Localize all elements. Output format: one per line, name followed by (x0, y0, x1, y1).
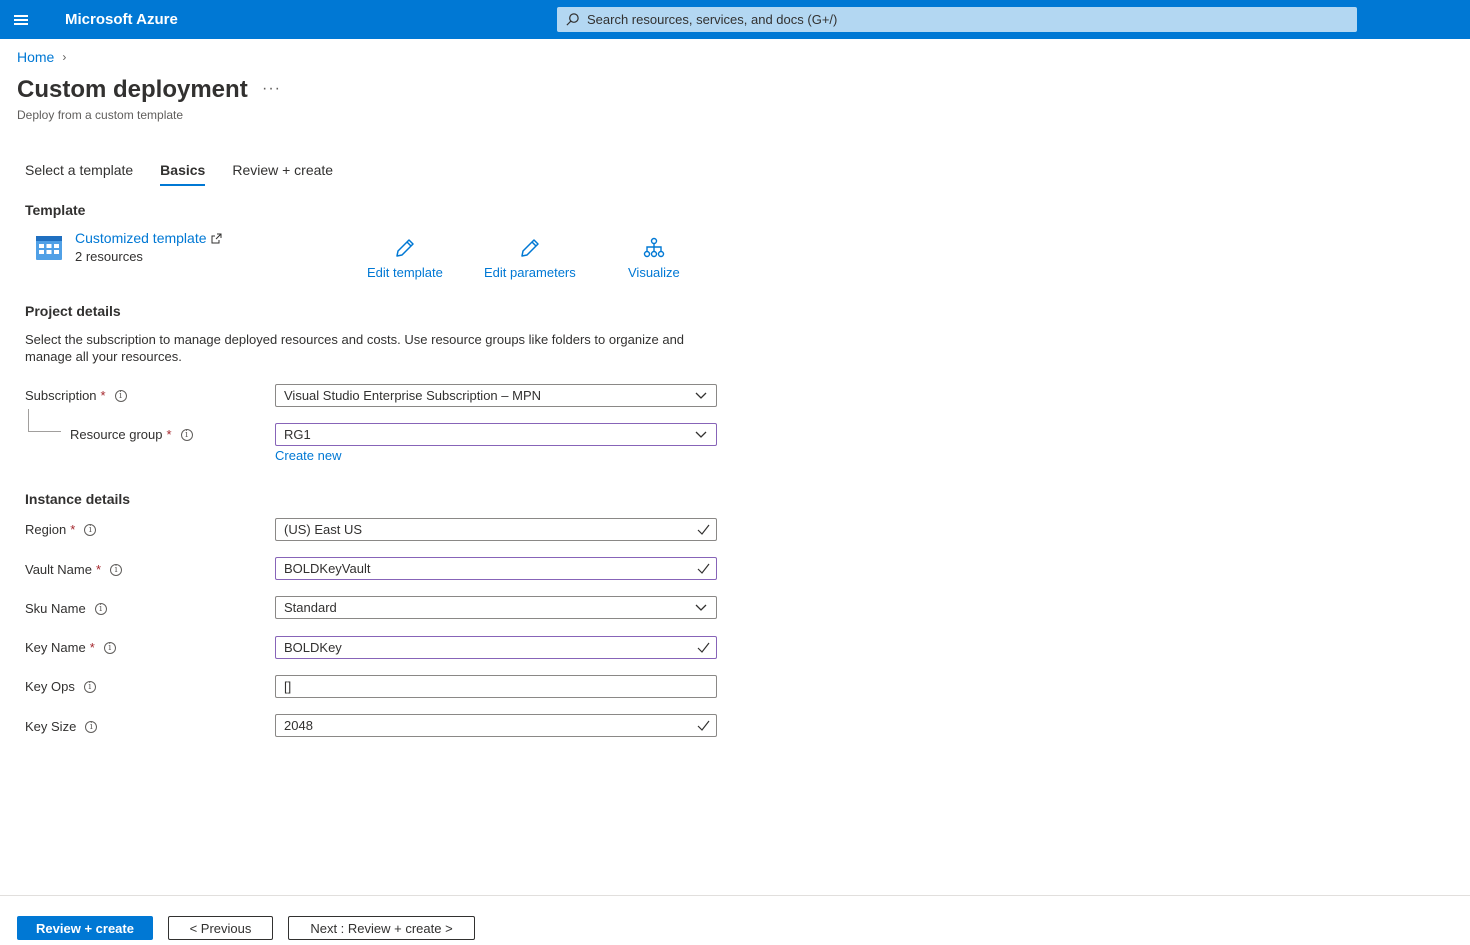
customized-template-label: Customized template (75, 230, 207, 246)
region-select[interactable]: (US) East US (275, 518, 717, 541)
info-icon[interactable]: i (180, 428, 193, 441)
customized-template-link[interactable]: Customized template (75, 230, 222, 246)
required-marker: * (95, 562, 102, 577)
sku-name-select[interactable]: Standard (275, 596, 717, 619)
more-options-icon[interactable]: ··· (262, 80, 281, 98)
checkmark-icon (697, 642, 710, 653)
chevron-down-icon (695, 431, 707, 438)
visualize-label: Visualize (628, 265, 680, 280)
vault-name-input[interactable]: BOLDKeyVault (275, 557, 717, 580)
page-subtitle: Deploy from a custom template (17, 108, 184, 122)
page-title: Custom deployment (17, 76, 248, 103)
info-icon[interactable]: i (114, 389, 127, 402)
info-icon[interactable]: i (110, 563, 123, 576)
required-marker: * (89, 640, 95, 655)
key-ops-label-text: Key Ops (25, 679, 75, 694)
resource-group-label-text: Resource group (70, 427, 163, 442)
sku-name-value: Standard (284, 600, 337, 615)
vault-name-label: Vault Name * i (25, 562, 123, 577)
required-marker: * (70, 522, 76, 537)
pencil-icon (521, 239, 539, 257)
brand-title[interactable]: Microsoft Azure (65, 11, 178, 28)
key-size-label-text: Key Size (25, 719, 77, 734)
search-placeholder: Search resources, services, and docs (G+… (587, 12, 838, 27)
search-icon (566, 13, 579, 26)
wizard-tabs: Select a template Basics Review + create (25, 162, 360, 186)
create-new-link[interactable]: Create new (275, 448, 341, 463)
key-ops-value: [] (284, 679, 292, 694)
hierarchy-icon (643, 237, 665, 258)
required-marker: * (166, 427, 172, 442)
previous-button[interactable]: < Previous (168, 916, 273, 940)
vault-name-value: BOLDKeyVault (284, 561, 371, 576)
resource-group-select[interactable]: RG1 (275, 423, 717, 446)
chevron-down-icon (695, 392, 707, 399)
tab-review-create[interactable]: Review + create (232, 162, 333, 186)
next-button[interactable]: Next : Review + create > (288, 916, 475, 940)
project-details-heading: Project details (25, 303, 121, 319)
instance-details-heading: Instance details (25, 491, 131, 507)
tab-select-template[interactable]: Select a template (25, 162, 133, 186)
info-icon[interactable]: i (83, 680, 96, 693)
region-value: (US) East US (284, 522, 363, 537)
top-bar: Microsoft Azure Search resources, servic… (0, 0, 1470, 39)
edit-template-label: Edit template (367, 265, 443, 280)
key-name-label: Key Name * i (25, 640, 116, 655)
subscription-select[interactable]: Visual Studio Enterprise Subscription – … (275, 384, 717, 407)
review-create-button[interactable]: Review + create (17, 916, 153, 940)
subscription-value: Visual Studio Enterprise Subscription – … (284, 388, 541, 403)
template-resources: 2 resources (75, 249, 143, 264)
required-marker: * (100, 388, 106, 403)
search-box[interactable]: Search resources, services, and docs (G+… (557, 7, 1357, 32)
key-size-input[interactable]: 2048 (275, 714, 717, 737)
edit-parameters-label: Edit parameters (484, 265, 576, 280)
pencil-icon (396, 239, 414, 257)
breadcrumb: Home › (17, 49, 66, 65)
key-name-value: BOLDKey (284, 640, 342, 655)
template-grid-icon (36, 236, 62, 260)
vault-name-label-text: Vault Name (25, 562, 92, 577)
key-name-input[interactable]: BOLDKey (275, 636, 717, 659)
sku-name-label: Sku Name i (25, 601, 107, 616)
project-details-description: Select the subscription to manage deploy… (25, 332, 685, 364)
key-ops-label: Key Ops i (25, 679, 96, 694)
key-name-label-text: Key Name (25, 640, 86, 655)
chevron-down-icon (695, 604, 707, 611)
footer-divider (0, 895, 1470, 896)
template-heading: Template (25, 202, 86, 218)
region-label-text: Region (25, 522, 67, 537)
resource-group-label: Resource group * i (70, 427, 193, 442)
resource-group-value: RG1 (284, 427, 311, 442)
subscription-label: Subscription * i (25, 388, 127, 403)
key-ops-input[interactable]: [] (275, 675, 717, 698)
chevron-right-icon: › (62, 50, 67, 64)
region-label: Region * i (25, 522, 97, 537)
checkmark-icon (697, 720, 710, 731)
visualize-button[interactable]: Visualize (628, 237, 680, 280)
breadcrumb-home[interactable]: Home (17, 49, 54, 65)
info-icon[interactable]: i (103, 641, 116, 654)
hamburger-icon[interactable] (12, 10, 32, 30)
sku-name-label-text: Sku Name (25, 601, 86, 616)
edit-parameters-button[interactable]: Edit parameters (484, 237, 576, 280)
info-icon[interactable]: i (84, 523, 97, 536)
checkmark-icon (697, 524, 710, 535)
external-link-icon (211, 233, 222, 243)
subscription-label-text: Subscription (25, 388, 97, 403)
info-icon[interactable]: i (85, 720, 98, 733)
tree-connector (28, 409, 61, 432)
tab-basics[interactable]: Basics (160, 162, 206, 186)
info-icon[interactable]: i (94, 602, 107, 615)
checkmark-icon (697, 563, 710, 574)
key-size-label: Key Size i (25, 719, 98, 734)
key-size-value: 2048 (284, 718, 313, 733)
edit-template-button[interactable]: Edit template (367, 237, 443, 280)
